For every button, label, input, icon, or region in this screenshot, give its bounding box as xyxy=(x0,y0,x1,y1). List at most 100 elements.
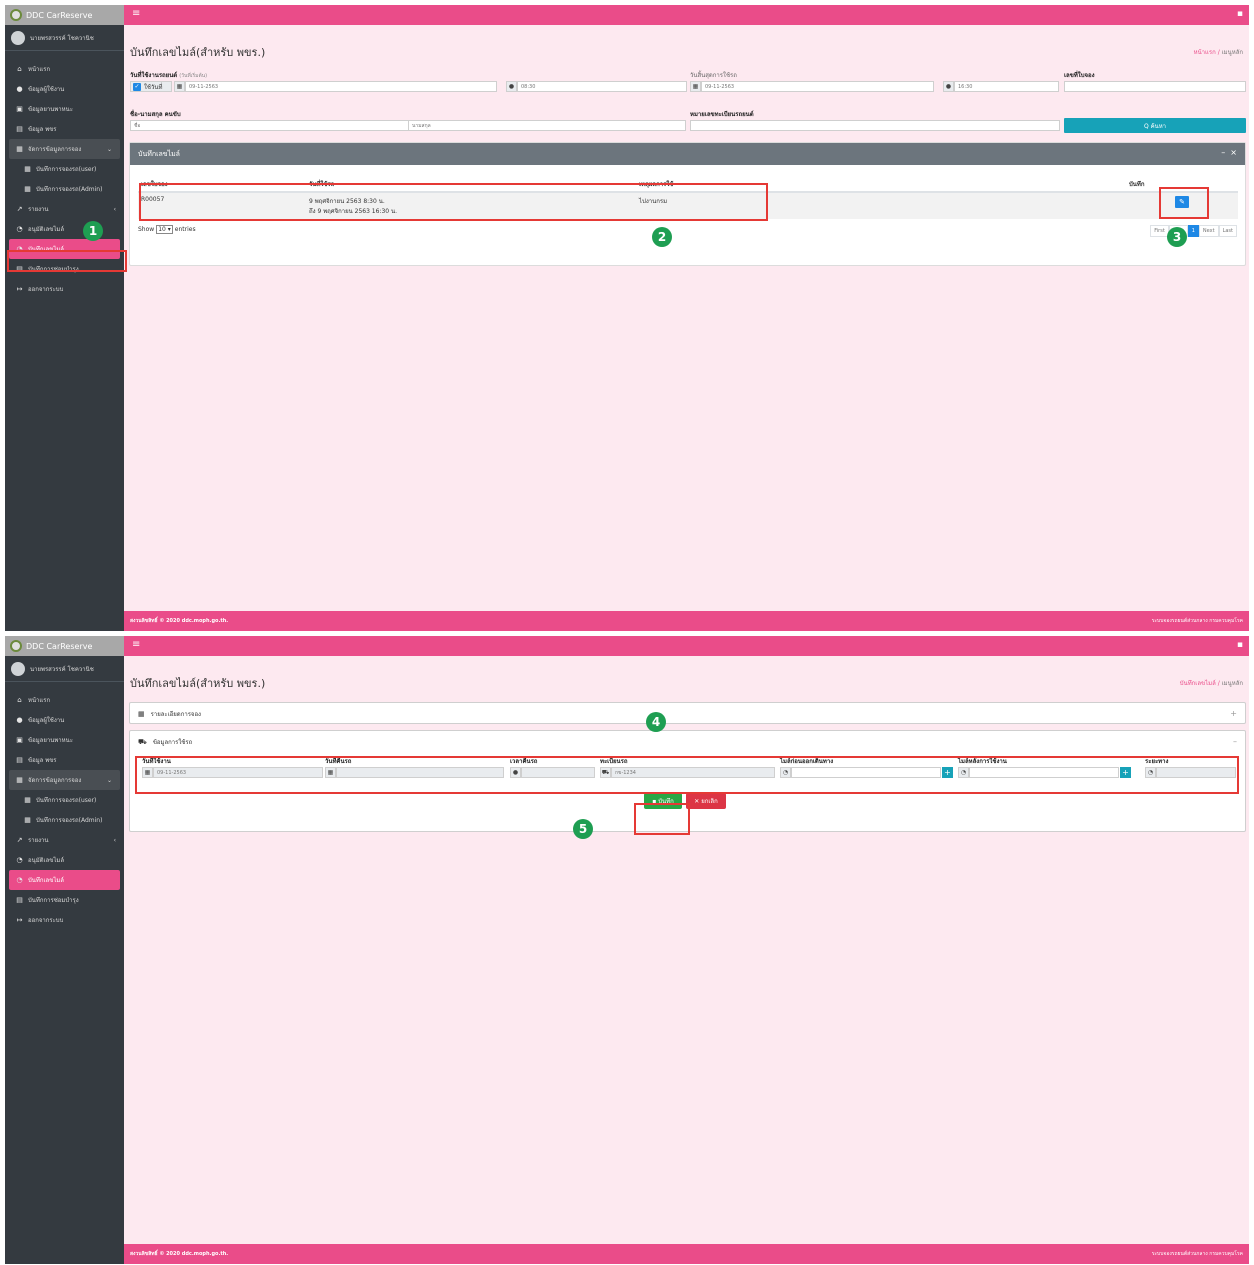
vehicle-icon: ▣ xyxy=(16,105,23,113)
vehicle-icon: ▣ xyxy=(16,736,23,744)
check-icon: ✓ xyxy=(133,82,141,91)
user-panel[interactable]: นายพรสวรรค์ โชควานิช xyxy=(5,656,124,682)
use-date-label: วันที่ใช้งานรถยนต์ (วันที่เริ่มต้น) xyxy=(130,72,208,79)
apps-icon[interactable]: ▪ xyxy=(1237,9,1243,19)
page-title: บันทึกเลขไมล์(สำหรับ พขร.) xyxy=(130,46,266,59)
sidebar-item-home[interactable]: ⌂ หน้าแรก xyxy=(5,690,124,710)
sidebar-item-user-info[interactable]: ● ข้อมูลผู้ใช้งาน xyxy=(5,79,124,99)
sidebar-item-manage-booking[interactable]: ▦ จัดการข้อมูลการจอง ⌄ xyxy=(9,770,120,790)
brand[interactable]: DDC CarReserve xyxy=(5,636,124,656)
minimize-icon[interactable]: – xyxy=(1221,148,1225,157)
use-date-checkbox[interactable]: ✓ ใช้วันที่ xyxy=(130,81,172,92)
breadcrumb-current: เมนูหลัก xyxy=(1221,680,1243,687)
car-icon: ⛟ xyxy=(138,737,147,746)
sidebar-item-booking-admin[interactable]: ▦ บันทึกการจองรถ(Admin) xyxy=(5,810,124,830)
sidebar-menu: ⌂ หน้าแรก ● ข้อมูลผู้ใช้งาน ▣ ข้อมูลยานพาหน… xyxy=(5,682,124,930)
cancel-button[interactable]: ✕ ยกเลิก xyxy=(686,793,726,809)
start-time-input[interactable]: 08:30 xyxy=(517,81,687,92)
pager-last[interactable]: Last xyxy=(1218,225,1237,237)
screenshot-edit-form: DDC CarReserve นายพรสวรรค์ โชควานิช ⌂ หน้… xyxy=(5,636,1249,1264)
search-button[interactable]: Q ค้นหา xyxy=(1064,118,1246,133)
breadcrumb-home[interactable]: หน้าแรก xyxy=(1194,49,1216,56)
breadcrumb-home[interactable]: บันทึกเลขไมล์ xyxy=(1180,680,1216,687)
clock-icon: ● xyxy=(506,81,517,92)
avatar xyxy=(11,30,25,45)
plate-input[interactable] xyxy=(690,120,1060,131)
chevron-down-icon: ⌄ xyxy=(106,776,112,784)
logout-icon: ↦ xyxy=(16,916,23,924)
sidebar-item-report[interactable]: ↗ รายงาน ‹ xyxy=(5,199,124,219)
list-icon: ▤ xyxy=(16,896,23,904)
sidebar-item-logout[interactable]: ↦ ออกจากระบบ xyxy=(5,910,124,930)
sidebar-item-booking-user[interactable]: ▦ บันทึกการจองรถ(user) xyxy=(5,790,124,810)
pager-page-1[interactable]: 1 xyxy=(1187,225,1199,237)
topbar: ≡ ▪ xyxy=(124,636,1249,656)
sidebar-item-vehicle-info[interactable]: ▣ ข้อมูลยานพาหนะ xyxy=(5,730,124,750)
main-content: บันทึกเลขไมล์(สำหรับ พขร.) บันทึกเลขไมล์… xyxy=(124,656,1249,1244)
expand-icon[interactable]: + xyxy=(1230,709,1237,718)
step-badge-4: 4 xyxy=(646,712,666,732)
page-size-control: Show 10 ▾ entries xyxy=(138,225,196,234)
highlight-row xyxy=(139,183,768,221)
avatar xyxy=(11,661,25,676)
calendar-icon: ▦ xyxy=(24,165,31,173)
topbar: ≡ ▪ xyxy=(124,5,1249,25)
driver-last-name-input[interactable]: นามสกุล xyxy=(408,120,686,131)
step-badge-2: 2 xyxy=(652,227,672,247)
gauge-icon: ◔ xyxy=(16,856,23,864)
sidebar-item-approve-mileage[interactable]: ◔ อนุมัติเลขไมล์ xyxy=(5,850,124,870)
footer: สงวนลิขสิทธิ์ © 2020 ddc.moph.go.th. ระบบ… xyxy=(124,1244,1249,1264)
sidebar-item-approve-mileage[interactable]: ◔ อนุมัติเลขไมล์ xyxy=(5,219,124,239)
chevron-left-icon: ‹ xyxy=(113,836,116,844)
apps-icon[interactable]: ▪ xyxy=(1237,640,1243,650)
menu-icon[interactable]: ≡ xyxy=(132,639,140,650)
sidebar-item-vehicle-info[interactable]: ▣ ข้อมูลยานพาหนะ xyxy=(5,99,124,119)
highlight-menu xyxy=(7,250,127,272)
highlight-save xyxy=(634,803,690,835)
idcard-icon: ▤ xyxy=(16,125,23,133)
sidebar-item-record-mileage[interactable]: ◔ บันทึกเลขไมล์ xyxy=(9,870,120,890)
pager-next[interactable]: Next xyxy=(1198,225,1219,237)
page-size-select[interactable]: 10 ▾ xyxy=(156,225,173,234)
sidebar-item-maintenance[interactable]: ▤ บันทึกการซ่อมบำรุง xyxy=(5,890,124,910)
sidebar-item-driver-info[interactable]: ▤ ข้อมูล พขร xyxy=(5,119,124,139)
pagination: First Prev 1 Next Last xyxy=(1150,225,1237,237)
brand[interactable]: DDC CarReserve xyxy=(5,5,124,25)
end-time-input[interactable]: 16:30 xyxy=(954,81,1059,92)
plate-label: หมายเลขทะเบียนรถยนต์ xyxy=(690,111,754,118)
calendar-icon: ▦ xyxy=(138,710,145,718)
card-tools: – × xyxy=(1221,148,1237,157)
page-title: บันทึกเลขไมล์(สำหรับ พขร.) xyxy=(130,677,266,690)
calendar-icon: ▦ xyxy=(24,816,31,824)
booking-details-panel: ▦ รายละเอียดการจอง + xyxy=(129,702,1246,724)
user-panel[interactable]: นายพรสวรรค์ โชควานิช xyxy=(5,25,124,51)
close-icon[interactable]: × xyxy=(1230,148,1237,157)
logout-icon: ↦ xyxy=(16,285,23,293)
sidebar-item-driver-info[interactable]: ▤ ข้อมูล พขร xyxy=(5,750,124,770)
booking-details-header[interactable]: ▦ รายละเอียดการจอง + xyxy=(130,703,1245,725)
logo-icon xyxy=(10,9,22,21)
collapse-icon[interactable]: – xyxy=(1233,737,1237,746)
sidebar-item-report[interactable]: ↗ รายงาน ‹ xyxy=(5,830,124,850)
sidebar-item-logout[interactable]: ↦ ออกจากระบบ xyxy=(5,279,124,299)
chevron-down-icon: ⌄ xyxy=(106,145,112,153)
driver-name-label: ชื่อ-นามสกุล คนขับ xyxy=(130,111,181,118)
pager-first[interactable]: First xyxy=(1150,225,1169,237)
menu-icon[interactable]: ≡ xyxy=(132,8,140,19)
sidebar-item-manage-booking[interactable]: ▦ จัดการข้อมูลการจอง ⌄ xyxy=(9,139,120,159)
sidebar: DDC CarReserve นายพรสวรรค์ โชควานิช ⌂ หน้… xyxy=(5,5,124,631)
usage-header[interactable]: ⛟ ข้อมูลการใช้รถ – xyxy=(130,731,1245,753)
idcard-icon: ▤ xyxy=(16,756,23,764)
end-date-input[interactable]: 09-11-2563 xyxy=(701,81,934,92)
booking-no-input[interactable] xyxy=(1064,81,1246,92)
gauge-icon: ◔ xyxy=(16,876,23,884)
sidebar-item-user-info[interactable]: ● ข้อมูลผู้ใช้งาน xyxy=(5,710,124,730)
sidebar-item-booking-admin[interactable]: ▦ บันทึกการจองรถ(Admin) xyxy=(5,179,124,199)
chevron-left-icon: ‹ xyxy=(113,205,116,213)
start-date-input[interactable]: 09-11-2563 xyxy=(185,81,497,92)
sidebar-item-home[interactable]: ⌂ หน้าแรก xyxy=(5,59,124,79)
step-badge-3: 3 xyxy=(1167,227,1187,247)
sidebar-item-booking-user[interactable]: ▦ บันทึกการจองรถ(user) xyxy=(5,159,124,179)
calendar-icon: ▦ xyxy=(24,796,31,804)
driver-first-name-input[interactable]: ชื่อ xyxy=(130,120,410,131)
